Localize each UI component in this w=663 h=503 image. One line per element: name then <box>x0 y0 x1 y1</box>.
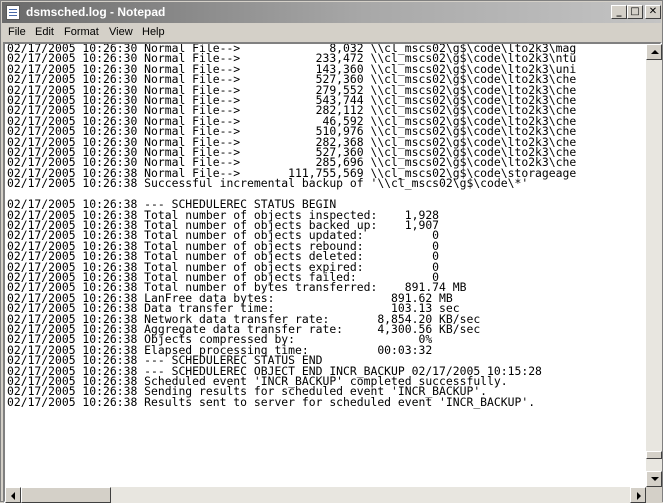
log-text[interactable]: 02/17/2005 10:26:30 Normal File--> 8,032… <box>7 44 576 409</box>
arrow-up-icon <box>651 50 659 54</box>
minimize-button[interactable]: _ <box>611 5 627 19</box>
vertical-scroll-thumb[interactable] <box>646 450 662 459</box>
menu-bar: File Edit Format View Help <box>2 23 661 42</box>
arrow-right-icon <box>637 492 641 500</box>
vertical-scrollbar[interactable] <box>646 44 662 487</box>
menu-file[interactable]: File <box>8 26 26 38</box>
size-grip <box>646 487 662 503</box>
arrow-left-icon <box>11 492 15 500</box>
scroll-down-button[interactable] <box>646 471 662 487</box>
editor-frame: 02/17/2005 10:26:30 Normal File--> 8,032… <box>3 42 662 503</box>
menu-format[interactable]: Format <box>64 26 99 38</box>
log-line: 02/17/2005 10:26:38 Successful increment… <box>7 176 529 191</box>
notepad-window: dsmsched.log - Notepad _ □ ✕ File Edit F… <box>0 0 663 503</box>
horizontal-scrollbar[interactable] <box>5 487 646 503</box>
log-line: 02/17/2005 10:26:38 Results sent to serv… <box>7 394 536 409</box>
maximize-button[interactable]: □ <box>627 5 643 19</box>
menu-edit[interactable]: Edit <box>35 26 54 38</box>
text-editor[interactable]: 02/17/2005 10:26:30 Normal File--> 8,032… <box>5 44 646 487</box>
scroll-right-button[interactable] <box>630 487 646 503</box>
scroll-left-button[interactable] <box>5 487 21 503</box>
close-button[interactable]: ✕ <box>645 5 661 19</box>
menu-help[interactable]: Help <box>142 26 165 38</box>
window-title: dsmsched.log - Notepad <box>26 5 166 19</box>
menu-view[interactable]: View <box>109 26 133 38</box>
horizontal-scroll-thumb[interactable] <box>21 487 111 503</box>
arrow-down-icon <box>651 477 659 481</box>
notepad-icon[interactable] <box>6 5 20 20</box>
scroll-up-button[interactable] <box>646 44 662 60</box>
title-bar[interactable]: dsmsched.log - Notepad _ □ ✕ <box>2 2 661 23</box>
